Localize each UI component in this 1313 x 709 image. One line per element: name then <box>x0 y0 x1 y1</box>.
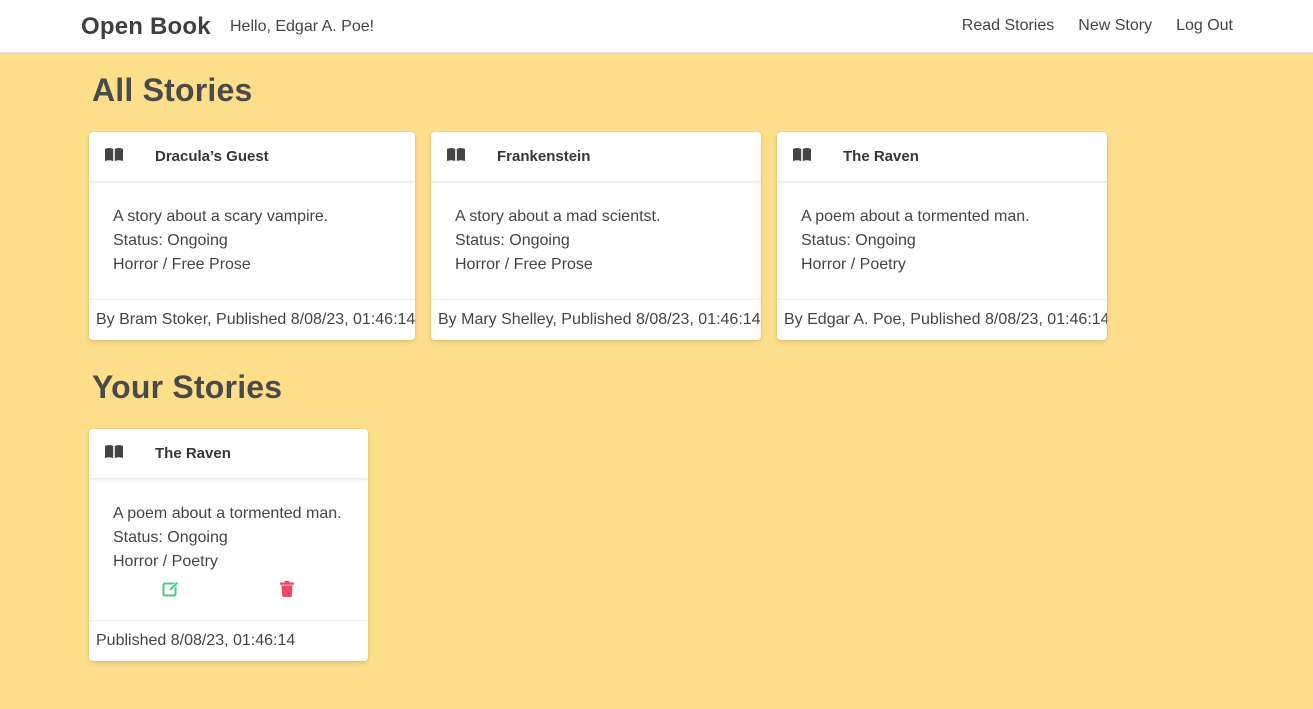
book-open-icon <box>447 147 465 161</box>
story-genre: Horror / Free Prose <box>113 256 251 273</box>
story-description: A story about a mad scientst. <box>455 208 661 225</box>
book-open-icon <box>105 444 123 458</box>
story-card-content: A story about a mad scientst. Status: On… <box>431 181 761 277</box>
story-card-footer: By Mary Shelley, Published 8/08/23, 01:4… <box>431 299 761 340</box>
edit-icon[interactable] <box>162 580 180 598</box>
trash-icon[interactable] <box>278 580 296 598</box>
story-title[interactable]: Frankenstein <box>497 148 590 165</box>
story-title[interactable]: Dracula’s Guest <box>155 148 269 165</box>
my-story-card: The Raven A poem about a tormented man. … <box>89 429 368 661</box>
book-open-icon <box>793 147 811 161</box>
story-status: Status: Ongoing <box>113 529 228 546</box>
story-actions <box>113 574 344 604</box>
book-open-icon <box>105 147 123 161</box>
story-description: A poem about a tormented man. <box>801 208 1030 225</box>
story-title[interactable]: The Raven <box>155 445 231 462</box>
nav-new-story-link[interactable]: New Story <box>1078 17 1152 35</box>
story-description: A story about a scary vampire. <box>113 208 329 225</box>
nav-log-out-link[interactable]: Log Out <box>1176 17 1233 35</box>
story-status: Status: Ongoing <box>113 232 228 249</box>
story-status: Status: Ongoing <box>801 232 916 249</box>
story-card-header: The Raven <box>777 132 1107 181</box>
story-card-footer: By Bram Stoker, Published 8/08/23, 01:46… <box>89 299 415 340</box>
story-genre: Horror / Free Prose <box>455 256 593 273</box>
story-status: Status: Ongoing <box>455 232 570 249</box>
story-genre: Horror / Poetry <box>113 553 218 570</box>
user-greeting: Hello, Edgar A. Poe! <box>230 18 375 35</box>
story-card: The Raven A poem about a tormented man. … <box>777 132 1107 340</box>
nav-read-stories-link[interactable]: Read Stories <box>962 17 1055 35</box>
navbar: Open Book Hello, Edgar A. Poe! Read Stor… <box>0 0 1313 53</box>
story-card-content: A poem about a tormented man. Status: On… <box>777 181 1107 277</box>
nav-links: Read Stories New Story Log Out <box>962 17 1233 35</box>
story-card: Dracula’s Guest A story about a scary va… <box>89 132 415 340</box>
story-genre: Horror / Poetry <box>801 256 906 273</box>
all-stories-heading: All Stories <box>92 72 253 108</box>
story-title[interactable]: The Raven <box>843 148 919 165</box>
story-description: A poem about a tormented man. <box>113 505 342 522</box>
story-card-footer: Published 8/08/23, 01:46:14 <box>89 620 368 661</box>
story-card-header: Dracula’s Guest <box>89 132 415 181</box>
story-card-content: A poem about a tormented man. Status: On… <box>89 478 368 604</box>
story-card-content: A story about a scary vampire. Status: O… <box>89 181 415 277</box>
story-card-header: The Raven <box>89 429 368 478</box>
your-stories-heading: Your Stories <box>92 369 283 405</box>
story-card-header: Frankenstein <box>431 132 761 181</box>
story-card: Frankenstein A story about a mad scients… <box>431 132 761 340</box>
brand-logo-text[interactable]: Open Book <box>81 13 211 41</box>
story-card-footer: By Edgar A. Poe, Published 8/08/23, 01:4… <box>777 299 1107 340</box>
